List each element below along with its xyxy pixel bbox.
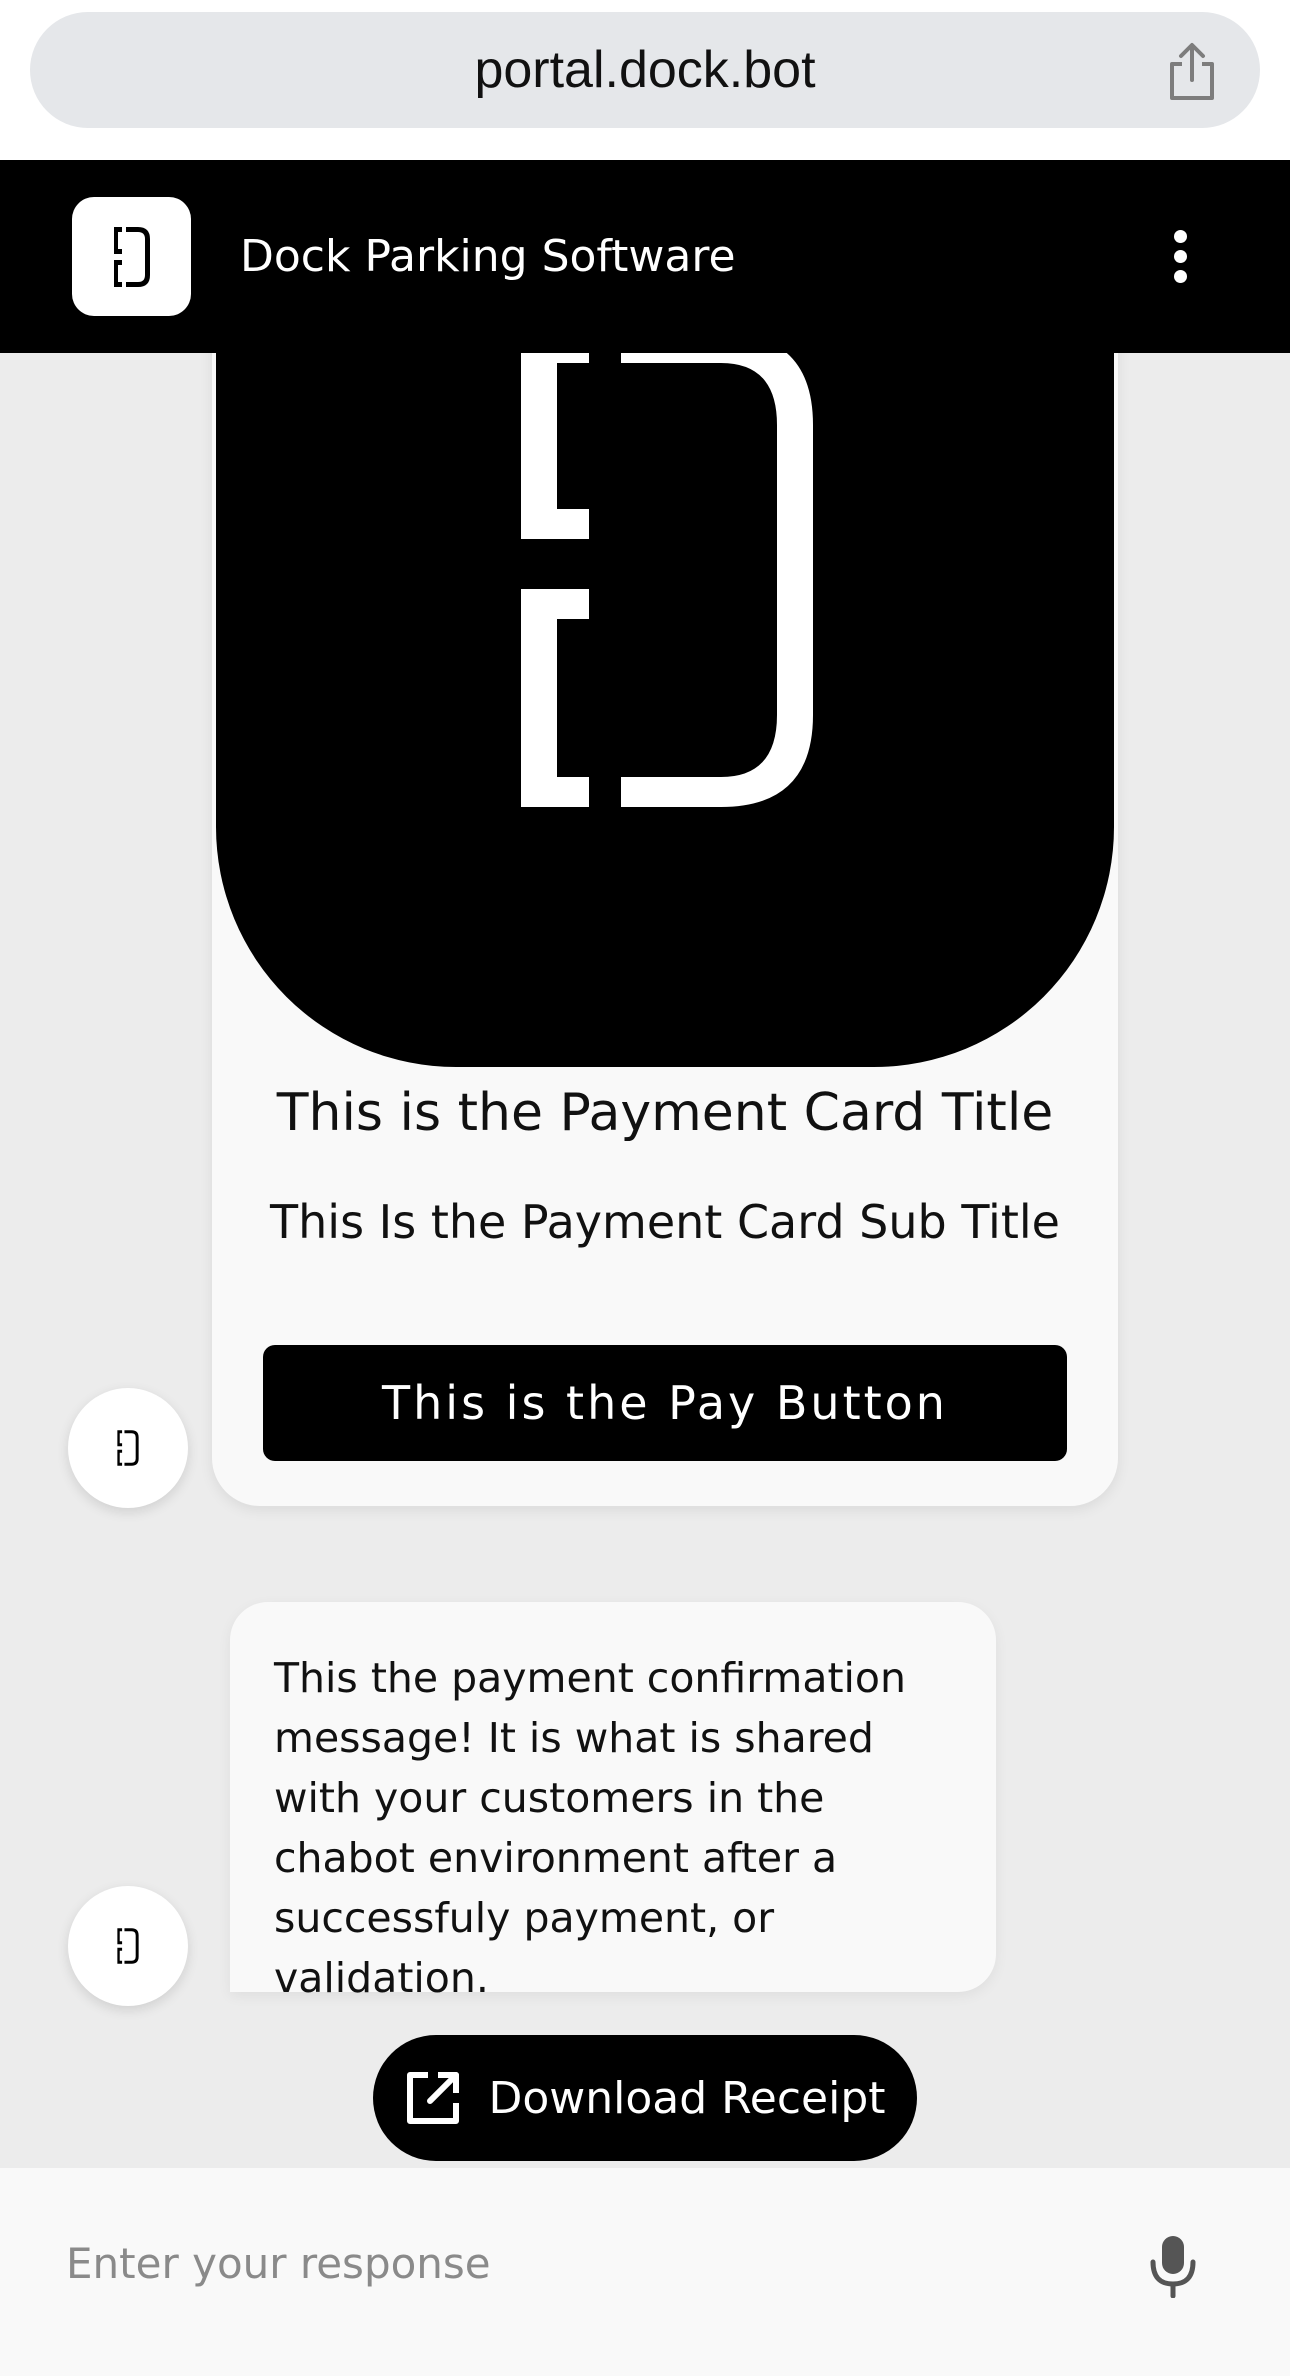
- card-title: This is the Payment Card Title: [276, 1083, 1054, 1143]
- card-image: [216, 353, 1114, 1067]
- dock-logo-icon: [117, 1430, 139, 1466]
- confirmation-message: This the payment confirmation message! I…: [230, 1602, 996, 2002]
- pay-button[interactable]: This is the Pay Button: [263, 1345, 1067, 1461]
- card-subtitle: This Is the Payment Card Sub Title: [270, 1195, 1060, 1249]
- input-bar: [0, 2168, 1290, 2376]
- app-title: Dock Parking Software: [240, 231, 736, 282]
- url-text: portal.dock.bot: [474, 41, 816, 99]
- app-header: Dock Parking Software: [0, 160, 1290, 353]
- external-link-icon: [407, 2072, 460, 2124]
- payment-card: This is the Payment Card Title This Is t…: [212, 353, 1118, 1506]
- microphone-icon[interactable]: [1148, 2234, 1198, 2298]
- browser-bar: portal.dock.bot: [0, 0, 1290, 160]
- chat-area[interactable]: This is the Payment Card Title This Is t…: [0, 353, 1290, 2168]
- bot-avatar: [68, 1886, 188, 2006]
- bot-avatar: [68, 1388, 188, 1508]
- dock-logo-icon: [72, 197, 191, 316]
- download-receipt-button[interactable]: Download Receipt: [373, 2035, 917, 2161]
- kebab-menu-icon[interactable]: [1168, 230, 1192, 284]
- download-receipt-label: Download Receipt: [488, 2072, 886, 2124]
- address-bar[interactable]: portal.dock.bot: [30, 12, 1260, 128]
- response-input[interactable]: [66, 2208, 1106, 2318]
- dock-logo-icon: [521, 353, 813, 807]
- share-icon[interactable]: [1160, 40, 1224, 104]
- dock-logo-icon: [117, 1928, 139, 1964]
